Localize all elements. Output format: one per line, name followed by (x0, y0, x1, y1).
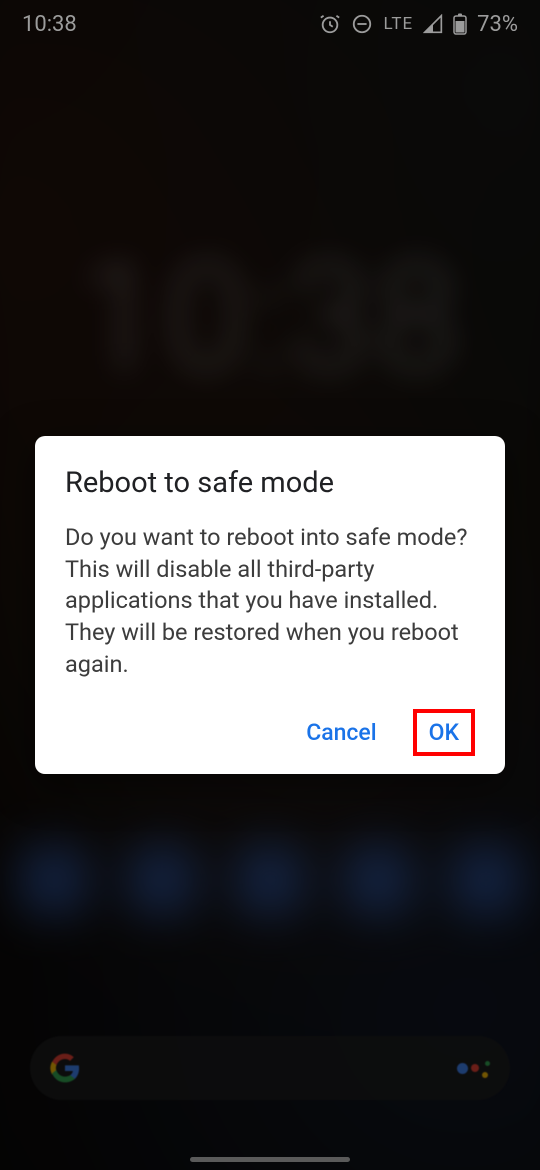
dialog-message: Do you want to reboot into safe mode? Th… (65, 522, 475, 681)
status-time: 10:38 (22, 12, 77, 37)
safe-mode-dialog: Reboot to safe mode Do you want to reboo… (35, 436, 505, 774)
battery-icon (453, 13, 467, 35)
dialog-actions: Cancel OK (65, 709, 475, 756)
alarm-icon (319, 13, 341, 35)
signal-icon (423, 14, 443, 34)
ok-button-highlight: OK (413, 709, 475, 756)
status-icons: LTE 73% (319, 12, 518, 37)
status-bar: 10:38 LTE 73% (0, 0, 540, 48)
battery-percent: 73% (477, 12, 518, 37)
dnd-icon (351, 13, 373, 35)
cancel-button[interactable]: Cancel (294, 711, 388, 754)
ok-button[interactable]: OK (425, 717, 463, 748)
dialog-title: Reboot to safe mode (65, 466, 475, 500)
network-label: LTE (383, 14, 413, 34)
